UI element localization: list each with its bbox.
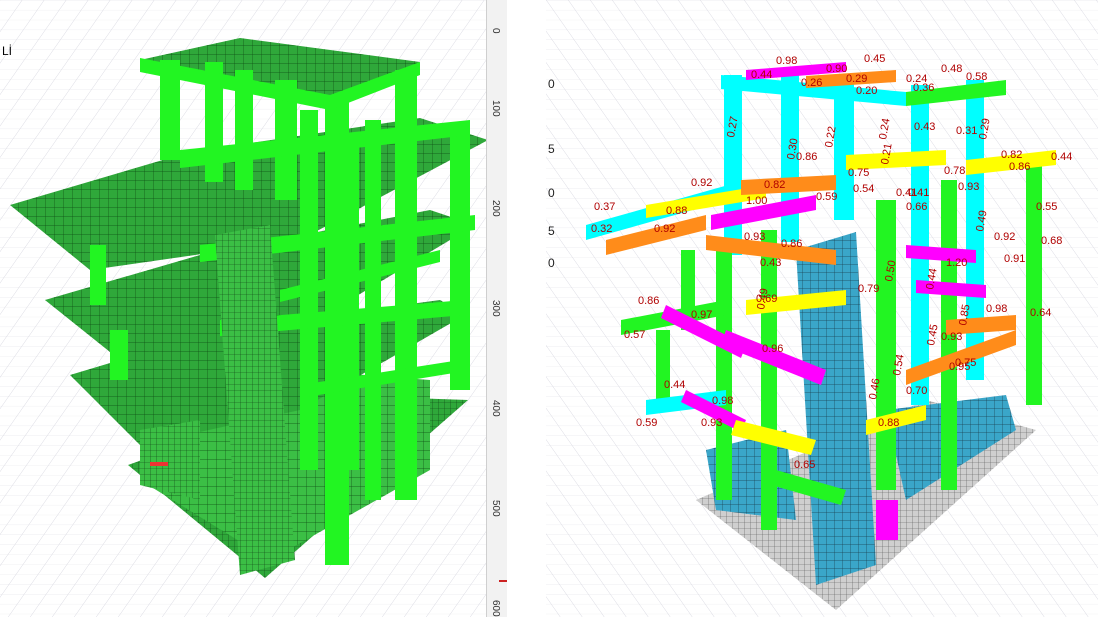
ratio-label: 0.86 [1009,161,1030,173]
ratio-label: 0.29 [846,73,867,85]
ratio-label: 0.43 [914,121,935,133]
ratio-label: 0.55 [1036,201,1057,213]
ratio-label: 1.00 [746,195,767,207]
viewport-divider [507,0,546,617]
ratio-label: 0.98 [986,303,1007,315]
ratio-label: 0.79 [858,283,879,295]
ratio-label: 0.44 [664,379,685,391]
left-model-canvas[interactable] [0,0,486,617]
ratio-label: 0.36 [913,82,934,94]
ratio-label: 0.20 [856,85,877,97]
ratio-label: 0.86 [781,238,802,250]
ratio-label: 0.97 [691,309,712,321]
ruler-label: 100 [490,100,501,117]
ratio-label: 0.93 [958,181,979,193]
ratio-label: 0.48 [941,63,962,75]
ratio-label: 0.98 [712,395,733,407]
ratio-label: 0.45 [864,53,885,65]
ratio-label: 0.93 [744,231,765,243]
ratio-label: 0.41 [896,187,917,199]
ratio-label: 0.92 [654,223,675,235]
ruler-label: 400 [490,400,501,417]
axis-tick: 5 [548,224,555,238]
ratio-label: 0.64 [1030,307,1051,319]
ratio-label: 0.70 [906,385,927,397]
ratio-label: 0.96 [762,343,783,355]
ratio-label: 0.91 [1004,253,1025,265]
ratio-label: 0.31 [956,125,977,137]
ruler-label: 0 [490,28,501,34]
axis-tick: 0 [548,256,555,270]
ratio-label: 0.98 [776,55,797,67]
ratio-label: 0.78 [944,165,965,177]
ruler-label: 500 [490,500,501,517]
ratio-label: 0.82 [764,179,785,191]
right-model-canvas[interactable]: 0.98 0.45 0.90 0.48 0.58 0.44 0.26 0.29 … [546,0,1098,617]
ruler-label: 600 [490,600,501,617]
ratio-label: 0.59 [636,417,657,429]
ratio-label: 0.92 [994,231,1015,243]
left-3d-viewport[interactable]: Lİ [0,0,486,617]
ratio-label: 0.44 [751,69,772,81]
ruler-marker [499,580,507,582]
ratio-label: 0.43 [760,257,781,269]
ratio-label: 0.86 [638,295,659,307]
ratio-label: 0.95 [949,361,970,373]
view-corner-label: Lİ [2,44,13,58]
right-3d-viewport[interactable]: 0.98 0.45 0.90 0.48 0.58 0.44 0.26 0.29 … [546,0,1098,617]
wall-highlight [876,500,898,540]
ratio-label: 0.88 [878,417,899,429]
ratio-label: 1.20 [946,257,967,269]
axis-tick: 0 [548,77,555,91]
ratio-label: 0.90 [826,63,847,75]
axis-tick: 0 [548,186,555,200]
axis-tick: 5 [548,142,555,156]
ratio-label: 0.54 [853,183,874,195]
ratio-label: 0.88 [666,205,687,217]
ratio-label: 0.93 [701,417,722,429]
ratio-label: 0.68 [1041,235,1062,247]
ratio-label: 0.75 [848,167,869,179]
ratio-label: 0.93 [941,331,962,343]
ratio-label: 0.86 [796,151,817,163]
ratio-label: 0.82 [1001,149,1022,161]
ratio-label: 0.58 [966,71,987,83]
ratio-label: 0.65 [794,459,815,471]
vertical-ruler[interactable]: 0 100 200 300 400 500 600 [486,0,508,617]
ratio-label: 0.26 [801,77,822,89]
ratio-label: 0.37 [594,201,615,213]
ratio-label: 0.66 [906,201,927,213]
ratio-label: 0.32 [591,223,612,235]
ruler-label: 300 [490,300,501,317]
ratio-label: 0.57 [624,329,645,341]
ratio-label: 0.59 [816,191,837,203]
ratio-label: 0.44 [1051,151,1072,163]
ruler-label: 200 [490,200,501,217]
ratio-label: 0.92 [691,177,712,189]
